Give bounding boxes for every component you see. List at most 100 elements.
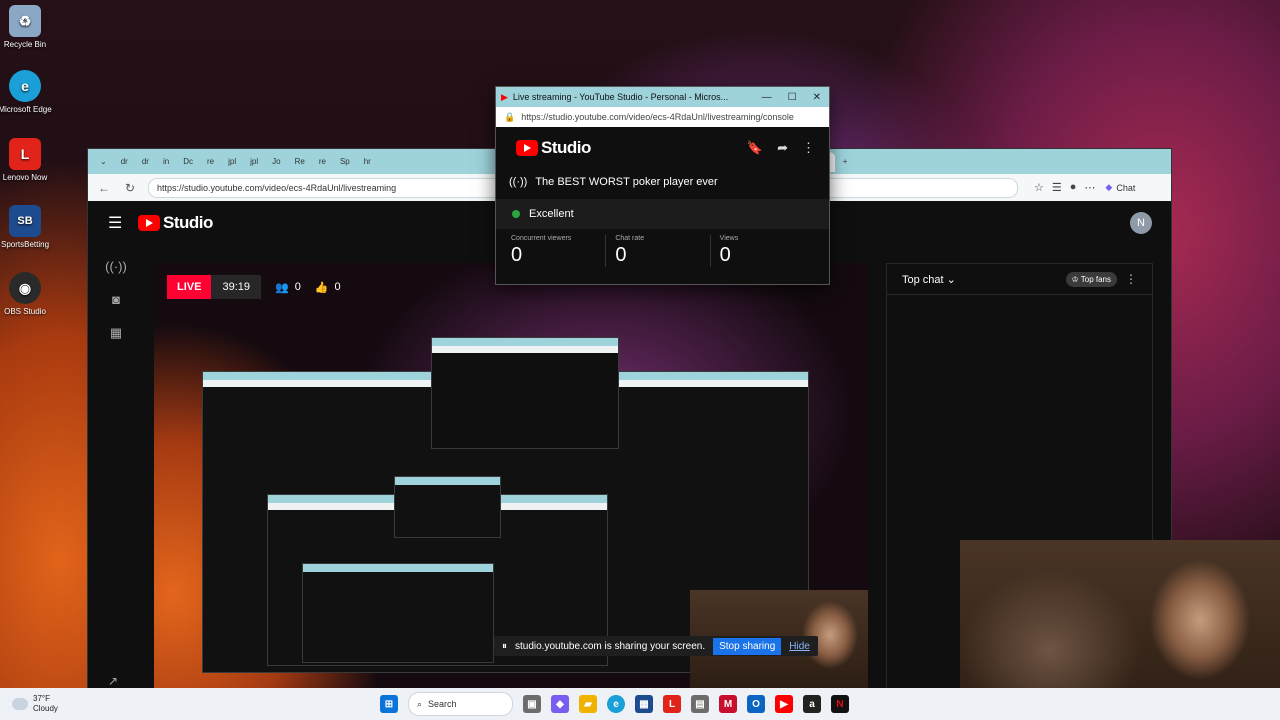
lock-icon: 🔒 xyxy=(504,111,516,122)
bookmark-icon[interactable]: 🔖 xyxy=(747,140,763,156)
browser-tab[interactable]: Re xyxy=(289,152,311,172)
camera-icon[interactable]: ◙ xyxy=(112,292,120,307)
browser-tab[interactable]: Jo xyxy=(266,152,286,172)
stream-health: Excellent xyxy=(496,199,829,229)
stream-health-label: Excellent xyxy=(529,208,574,220)
task-view-icon[interactable]: ▣ xyxy=(523,695,541,713)
copilot-taskbar-icon[interactable]: ◆ xyxy=(551,695,569,713)
top-fans-label: Top fans xyxy=(1080,274,1111,284)
back-arrow-icon[interactable]: ← xyxy=(96,181,112,195)
close-icon[interactable]: ✕ xyxy=(813,92,821,103)
hide-banner-link[interactable]: Hide xyxy=(789,641,810,652)
browser-tab[interactable]: re xyxy=(201,152,220,172)
favorite-star-icon[interactable]: ☆ xyxy=(1034,181,1044,194)
studio-brand: Studio xyxy=(541,138,591,157)
browser-tab[interactable]: re xyxy=(313,152,332,172)
tab-menu-chevron[interactable]: ⌄ xyxy=(94,152,113,172)
live-broadcast-icon[interactable]: ((·)) xyxy=(105,259,127,274)
favorites-icon[interactable]: ☰ xyxy=(1052,181,1062,194)
hamburger-menu-icon[interactable]: ☰ xyxy=(108,213,132,233)
browser-toolbar-icons: ☆ ☰ ● ⋯ xyxy=(1034,181,1095,194)
desktop-icon-obs-studio[interactable]: ◉ OBS Studio xyxy=(0,272,60,317)
youtube-studio-logo[interactable]: Studio xyxy=(516,138,591,158)
store-icon[interactable]: ▦ xyxy=(635,695,653,713)
expand-arrow-icon[interactable]: ↗ xyxy=(108,674,118,688)
browser-tab[interactable]: hr xyxy=(358,152,377,172)
copilot-chat-button[interactable]: ◆ Chat xyxy=(1105,182,1135,193)
stat-label: Chat rate xyxy=(615,235,645,242)
cloudy-icon xyxy=(12,698,28,710)
nested-popup-capture-2 xyxy=(394,476,501,538)
mcafee-icon[interactable]: M xyxy=(719,695,737,713)
browser-tab[interactable]: jpl xyxy=(222,152,242,172)
file-explorer-icon[interactable]: ▰ xyxy=(579,695,597,713)
popup-header: Studio 🔖 ➦ ⋮ xyxy=(496,127,829,169)
popup-address-bar[interactable]: 🔒 https://studio.youtube.com/video/ecs-4… xyxy=(496,107,829,127)
top-fans-button[interactable]: ♔ Top fans xyxy=(1065,271,1117,287)
stream-title: The BEST WORST poker player ever xyxy=(535,176,718,188)
stat-label: Views xyxy=(719,235,739,242)
likes-count: 0 xyxy=(334,281,341,293)
taskbar-search[interactable]: ⌕ Search xyxy=(408,692,513,716)
share-message: studio.youtube.com is sharing your scree… xyxy=(515,640,706,652)
profile-icon[interactable]: ● xyxy=(1070,181,1077,194)
people-icon: 👥 xyxy=(274,281,289,294)
youtube-studio-logo[interactable]: Studio xyxy=(138,213,213,233)
desktop-icon-lenovo-now[interactable]: L Lenovo Now xyxy=(0,138,60,183)
calculator-icon[interactable]: ▤ xyxy=(691,695,709,713)
more-vert-icon[interactable]: ⋮ xyxy=(802,140,815,156)
stat-views: Views 0 xyxy=(709,235,814,267)
stop-sharing-button[interactable]: Stop sharing xyxy=(713,637,782,655)
taskbar-apps: ⊞ ⌕ Search ▣ ◆ ▰ e ▦ L ▤ M O ▶ a N xyxy=(380,692,849,716)
desktop-icon-recycle-bin[interactable]: ♻ Recycle Bin xyxy=(0,5,60,50)
chat-more-icon[interactable]: ⋮ xyxy=(1125,272,1137,286)
browser-tab[interactable]: Dc xyxy=(177,152,199,172)
maximize-icon[interactable]: ☐ xyxy=(788,92,797,103)
refresh-icon[interactable]: ↻ xyxy=(122,181,138,195)
share-icon[interactable]: ➦ xyxy=(777,140,788,156)
viewers-stat: 👥 0 xyxy=(275,281,301,294)
edge-taskbar-icon[interactable]: e xyxy=(607,695,625,713)
account-avatar[interactable]: N xyxy=(1130,212,1152,234)
lenovo-taskbar-icon[interactable]: L xyxy=(663,695,681,713)
stat-concurrent-viewers: Concurrent viewers 0 xyxy=(511,235,605,267)
browser-tab[interactable]: Sp xyxy=(334,152,356,172)
chat-header: Top chat ⌄ ♔ Top fans ⋮ xyxy=(887,264,1152,295)
outlook-icon[interactable]: O xyxy=(747,695,765,713)
amazon-icon[interactable]: a xyxy=(803,695,821,713)
studio-brand: Studio xyxy=(163,213,213,232)
new-tab-button[interactable]: + xyxy=(837,152,854,172)
desktop-icon-sportsbetting[interactable]: SB SportsBetting xyxy=(0,205,60,250)
address-bar-url: https://studio.youtube.com/video/ecs-4Rd… xyxy=(157,182,397,193)
edge-icon: e xyxy=(9,70,41,102)
more-menu-icon[interactable]: ⋯ xyxy=(1084,181,1095,194)
health-dot-icon xyxy=(512,210,520,218)
obs-studio-icon: ◉ xyxy=(9,272,41,304)
window-controls: — ☐ ✕ xyxy=(762,92,829,103)
stat-label: Concurrent viewers xyxy=(511,235,572,242)
nested-capture-3 xyxy=(302,563,494,663)
browser-tab[interactable]: dr xyxy=(136,152,155,172)
weather-temp: 37°F xyxy=(33,694,50,703)
popup-header-icons: 🔖 ➦ ⋮ xyxy=(747,140,815,156)
weather-widget[interactable]: 37°F Cloudy xyxy=(12,694,58,714)
desktop-icon-label: Microsoft Edge xyxy=(0,105,52,114)
screen-share-banner: ⏸ studio.youtube.com is sharing your scr… xyxy=(494,636,818,656)
desktop-icon-label: OBS Studio xyxy=(4,307,46,316)
browser-tab[interactable]: in xyxy=(157,152,175,172)
calendar-icon[interactable]: ▦ xyxy=(110,325,122,341)
desktop-icon-edge[interactable]: e Microsoft Edge xyxy=(0,70,60,115)
netflix-icon[interactable]: N xyxy=(831,695,849,713)
chat-mode-dropdown[interactable]: Top chat ⌄ xyxy=(902,273,956,286)
viewers-count: 0 xyxy=(294,281,301,293)
stat-value: 0 xyxy=(719,244,731,266)
minimize-icon[interactable]: — xyxy=(762,92,772,103)
browser-tab[interactable]: dr xyxy=(115,152,134,172)
windows-start-icon[interactable]: ⊞ xyxy=(380,695,398,713)
youtube-taskbar-icon[interactable]: ▶ xyxy=(775,695,793,713)
stat-value: 0 xyxy=(615,244,627,266)
browser-tab[interactable]: jpl xyxy=(244,152,264,172)
live-broadcast-icon: ((·)) xyxy=(509,176,528,188)
desktop-icon-label: Lenovo Now xyxy=(2,173,48,182)
youtube-play-icon xyxy=(138,215,160,231)
